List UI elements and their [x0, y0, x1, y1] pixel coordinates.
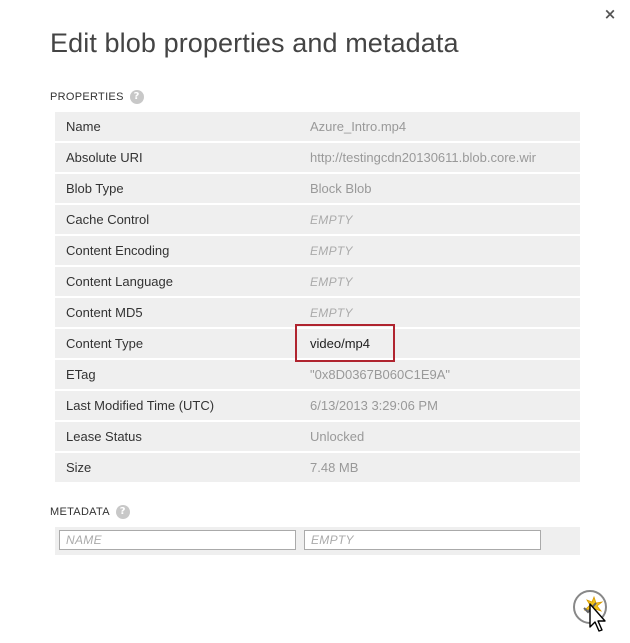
metadata-name-input[interactable] [59, 530, 296, 550]
edit-blob-dialog: × Edit blob properties and metadata PROP… [0, 0, 630, 643]
property-value: 7.48 MB [310, 460, 359, 475]
mouse-pointer-icon [589, 603, 606, 632]
property-value: EMPTY [310, 305, 353, 320]
property-name: Blob Type [66, 181, 124, 196]
property-row: Cache Control EMPTY [55, 205, 580, 234]
metadata-help-icon[interactable]: ? [115, 505, 130, 519]
properties-table: Name Azure_Intro.mp4 Absolute URI http://te… [55, 112, 580, 484]
property-value: 6/13/2013 3:29:06 PM [310, 398, 438, 413]
property-value: Azure_Intro.mp4 [310, 119, 407, 134]
property-row: ETag "0x8D0367B060C1E9A" [55, 360, 580, 389]
property-value: http://testingcdn20130611.blob.core.wir [310, 150, 536, 165]
property-value: EMPTY [310, 243, 353, 258]
metadata-row [55, 527, 580, 555]
property-row: Blob Type Block Blob [55, 174, 580, 203]
metadata-section-header: METADATA ? [50, 505, 130, 519]
content-type-value[interactable]: video/mp4 [310, 336, 580, 351]
property-value: EMPTY [310, 212, 353, 227]
property-name: Content Encoding [66, 243, 170, 258]
property-row: Size 7.48 MB [55, 453, 580, 482]
property-row: Content Language EMPTY [55, 267, 580, 296]
dialog-title: Edit blob properties and metadata [50, 28, 459, 58]
property-row: Content Encoding EMPTY [55, 236, 580, 265]
metadata-value-input[interactable] [304, 530, 541, 550]
property-name: Name [66, 119, 101, 134]
metadata-label: METADATA [50, 506, 110, 518]
property-row: Content Type video/mp4 [55, 329, 580, 358]
close-icon[interactable]: × [600, 4, 620, 24]
properties-section-header: PROPERTIES ? [50, 90, 144, 104]
properties-help-icon[interactable]: ? [129, 90, 144, 104]
property-row: Name Azure_Intro.mp4 [55, 112, 580, 141]
property-name: Content Language [66, 274, 173, 289]
property-name: ETag [66, 367, 96, 382]
property-name: Absolute URI [66, 150, 143, 165]
property-name: Content MD5 [66, 305, 143, 320]
property-row: Content MD5 EMPTY [55, 298, 580, 327]
property-row: Lease Status Unlocked [55, 422, 580, 451]
property-name: Size [66, 460, 92, 475]
property-value: "0x8D0367B060C1E9A" [310, 367, 451, 382]
property-name: Lease Status [66, 429, 142, 444]
property-value: Block Blob [310, 181, 372, 196]
property-row: Last Modified Time (UTC) 6/13/2013 3:29:0… [55, 391, 580, 420]
property-name: Content Type [66, 336, 144, 351]
property-value: EMPTY [310, 274, 353, 289]
properties-label: PROPERTIES [50, 91, 124, 103]
property-name: Cache Control [66, 212, 150, 227]
property-row: Absolute URI http://testingcdn20130611.bl… [55, 143, 580, 172]
property-name: Last Modified Time (UTC) [66, 398, 215, 413]
property-value: Unlocked [310, 429, 365, 444]
